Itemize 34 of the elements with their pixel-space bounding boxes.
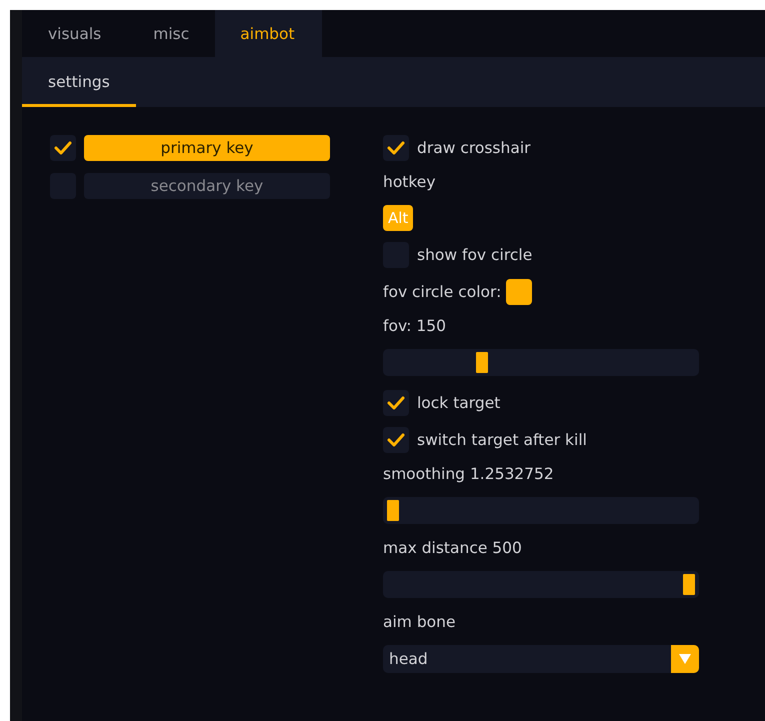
slider-thumb[interactable] <box>683 574 695 595</box>
tab[interactable]: misc <box>127 10 216 57</box>
setting-label: smoothing 1.2532752 <box>383 465 554 483</box>
tab[interactable]: visuals <box>22 10 128 57</box>
setting-label: switch target after kill <box>417 431 587 449</box>
setting-label: draw crosshair <box>417 139 531 157</box>
checkbox[interactable] <box>383 427 409 453</box>
slider[interactable] <box>383 571 699 598</box>
check-icon <box>54 141 72 155</box>
tab[interactable]: aimbot <box>215 10 322 57</box>
setting-label: show fov circle <box>417 246 532 264</box>
setting-label: hotkey <box>383 173 436 191</box>
check-icon <box>387 141 405 155</box>
subtab[interactable]: settings <box>22 60 136 107</box>
caret-icon <box>678 653 692 665</box>
key-button[interactable]: secondary key <box>84 173 330 199</box>
setting-label: lock target <box>417 394 500 412</box>
slider-thumb[interactable] <box>476 352 488 373</box>
setting-label: fov circle color: <box>383 283 502 301</box>
setting-label: aim bone <box>383 613 456 631</box>
check-icon <box>387 433 405 447</box>
slider[interactable] <box>383 497 699 524</box>
color-swatch[interactable] <box>506 279 532 305</box>
checkbox[interactable] <box>383 390 409 416</box>
checkbox[interactable] <box>383 135 409 161</box>
dropdown-value: head <box>389 650 428 668</box>
check-icon <box>387 396 405 410</box>
dropdown[interactable]: head <box>383 645 699 673</box>
slider-thumb[interactable] <box>387 500 399 521</box>
setting-label: fov: 150 <box>383 317 446 335</box>
checkbox[interactable] <box>50 135 76 161</box>
slider[interactable] <box>383 349 699 376</box>
key-button[interactable]: primary key <box>84 135 330 161</box>
setting-label: max distance 500 <box>383 539 522 557</box>
